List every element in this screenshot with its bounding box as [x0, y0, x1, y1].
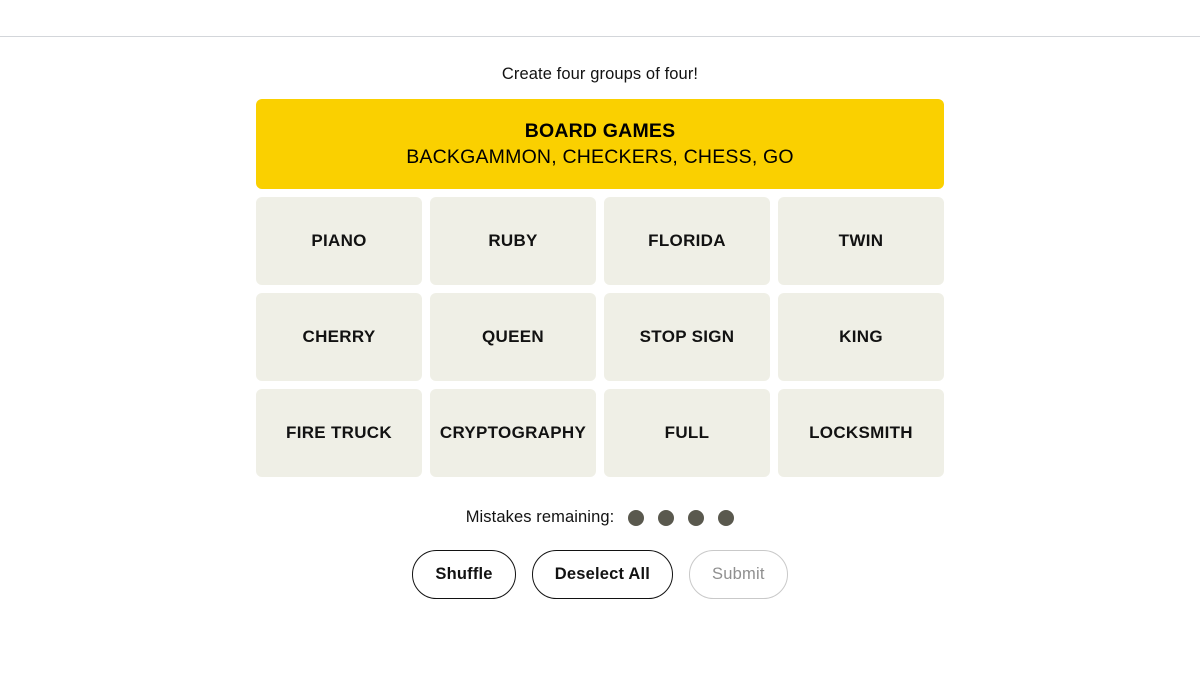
mistake-dot [658, 509, 675, 526]
word-tile-full[interactable]: FULL [604, 389, 770, 477]
top-header-bar [0, 0, 1200, 37]
game-main-area: Create four groups of four! BOARD GAMES … [0, 37, 1200, 675]
word-tile-cherry[interactable]: CHERRY [256, 293, 422, 381]
word-tile-stop-sign[interactable]: STOP SIGN [604, 293, 770, 381]
shuffle-button[interactable]: Shuffle [412, 550, 516, 599]
word-tile-queen[interactable]: QUEEN [430, 293, 596, 381]
word-tile-cryptography[interactable]: CRYPTOGRAPHY [430, 389, 596, 477]
connections-game-page: Create four groups of four! BOARD GAMES … [0, 0, 1200, 675]
word-tile-king[interactable]: KING [778, 293, 944, 381]
word-tile-locksmith[interactable]: LOCKSMITH [778, 389, 944, 477]
mistake-dot [688, 509, 705, 526]
mistakes-remaining-row: Mistakes remaining: [466, 508, 735, 527]
solved-group-board-games: BOARD GAMES BACKGAMMON, CHECKERS, CHESS,… [256, 99, 944, 189]
game-action-buttons: Shuffle Deselect All Submit [412, 550, 788, 599]
deselect-all-button[interactable]: Deselect All [531, 550, 674, 599]
mistakes-remaining-label: Mistakes remaining: [465, 508, 615, 526]
game-instruction-text: Create four groups of four! [501, 65, 699, 83]
word-tile-twin[interactable]: TWIN [778, 197, 944, 285]
mistake-dot [628, 509, 645, 526]
word-tile-fire-truck[interactable]: FIRE TRUCK [256, 389, 422, 477]
submit-button[interactable]: Submit [689, 550, 788, 599]
word-tile-piano[interactable]: PIANO [256, 197, 422, 285]
solved-group-title: BOARD GAMES [524, 120, 676, 142]
word-tile-grid: PIANO RUBY FLORIDA TWIN CHERRY QUEEN STO… [256, 197, 944, 477]
word-tile-ruby[interactable]: RUBY [430, 197, 596, 285]
mistake-dot [718, 509, 735, 526]
mistakes-dot-group [628, 509, 735, 526]
game-board: BOARD GAMES BACKGAMMON, CHECKERS, CHESS,… [256, 99, 944, 477]
solved-group-words: BACKGAMMON, CHECKERS, CHESS, GO [406, 146, 794, 168]
word-tile-florida[interactable]: FLORIDA [604, 197, 770, 285]
